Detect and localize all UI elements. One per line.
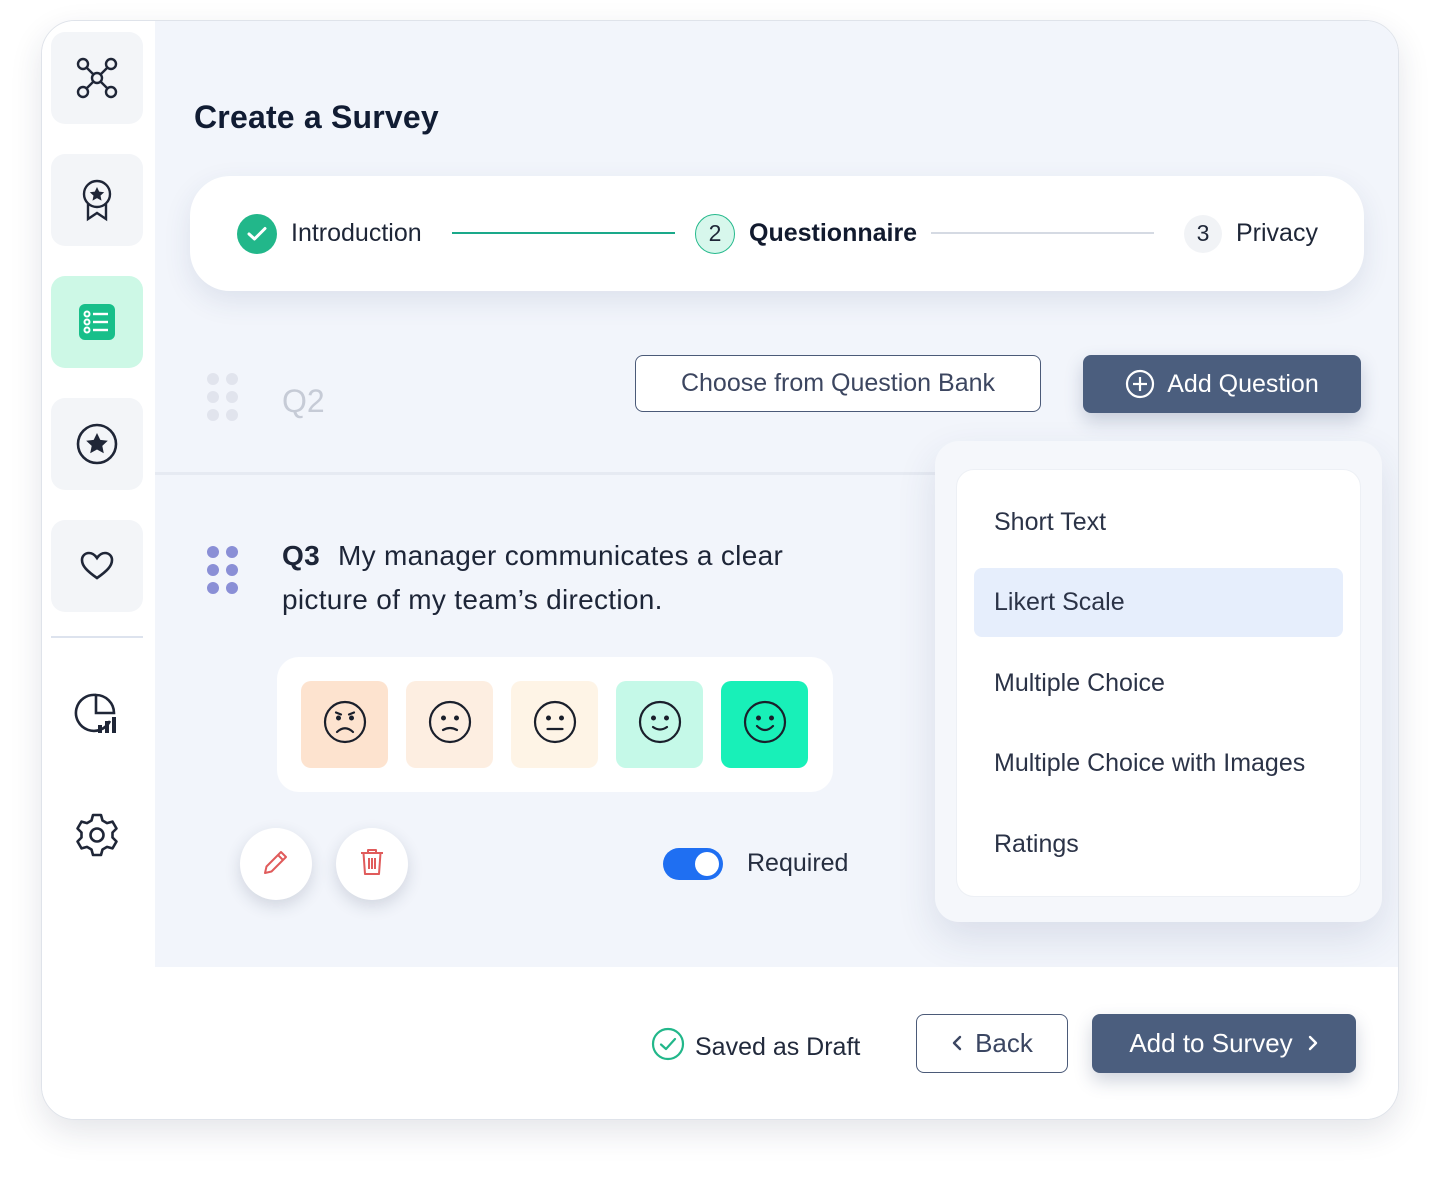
question-text: Q3 My manager communicates a clear pictu… — [282, 534, 802, 622]
required-toggle[interactable] — [663, 848, 723, 880]
drag-handle-icon[interactable] — [207, 373, 238, 421]
pencil-icon — [261, 847, 291, 882]
drag-handle-icon[interactable] — [207, 546, 238, 594]
menu-item-multiple-choice[interactable]: Multiple Choice — [974, 649, 1343, 718]
add-question-button[interactable]: Add Question — [1083, 355, 1361, 413]
likert-option-3[interactable] — [511, 681, 598, 768]
sidebar-item-analytics[interactable] — [51, 668, 143, 760]
menu-item-short-text[interactable]: Short Text — [974, 488, 1343, 557]
step-questionnaire[interactable]: 2 Questionnaire — [695, 176, 917, 291]
sidebar-item-awards[interactable] — [51, 154, 143, 246]
add-question-label: Add Question — [1167, 369, 1319, 398]
back-label: Back — [975, 1028, 1033, 1058]
chevron-right-icon — [1307, 1028, 1319, 1059]
likert-scale — [277, 657, 833, 792]
smile-face-icon — [637, 699, 683, 750]
award-ribbon-icon — [79, 178, 115, 222]
progress-stepper: Introduction 2 Questionnaire 3 Privacy — [190, 176, 1364, 291]
sidebar-item-settings[interactable] — [51, 789, 143, 881]
menu-item-ratings[interactable]: Ratings — [974, 810, 1343, 879]
chevron-left-icon — [951, 1028, 963, 1059]
step-number: 3 — [1184, 214, 1222, 253]
likert-option-5[interactable] — [721, 681, 808, 768]
add-to-survey-button[interactable]: Add to Survey — [1092, 1014, 1356, 1073]
neutral-face-icon — [532, 699, 578, 750]
save-status: Saved as Draft — [651, 1027, 860, 1068]
network-icon — [75, 56, 119, 100]
sidebar — [42, 21, 156, 1119]
toggle-knob — [695, 852, 719, 876]
add-to-survey-label: Add to Survey — [1129, 1028, 1293, 1058]
sidebar-item-surveys[interactable] — [51, 276, 143, 368]
sad-face-icon — [427, 699, 473, 750]
happy-face-icon — [742, 699, 788, 750]
menu-item-likert-scale[interactable]: Likert Scale — [974, 568, 1343, 637]
heart-icon — [80, 551, 114, 581]
star-circle-icon — [75, 422, 119, 466]
step-connector-complete — [452, 232, 675, 234]
step-introduction[interactable]: Introduction — [237, 176, 422, 291]
step-label: Privacy — [1236, 219, 1318, 247]
edit-question-button[interactable] — [240, 828, 312, 900]
sidebar-item-network[interactable] — [51, 32, 143, 124]
menu-item-multiple-choice-images[interactable]: Multiple Choice with Images — [974, 729, 1343, 798]
question-type-menu: Short Text Likert Scale Multiple Choice … — [956, 469, 1361, 897]
check-icon — [237, 213, 277, 254]
question-bank-button[interactable]: Choose from Question Bank — [635, 355, 1041, 412]
footer-bar: Saved as Draft Back Add to Survey — [155, 967, 1398, 1119]
step-connector-pending — [931, 232, 1154, 234]
sidebar-item-likes[interactable] — [51, 520, 143, 612]
page-title: Create a Survey — [194, 99, 439, 135]
step-label: Questionnaire — [749, 219, 918, 247]
back-button[interactable]: Back — [916, 1014, 1068, 1073]
question-number: Q3 — [282, 540, 320, 571]
question-prompt: My manager communicates a clear picture … — [282, 540, 784, 615]
likert-option-4[interactable] — [616, 681, 703, 768]
step-label: Introduction — [291, 219, 422, 247]
required-label: Required — [747, 849, 849, 877]
check-circle-icon — [651, 1027, 685, 1068]
question-number: Q2 — [282, 383, 325, 419]
analytics-chart-icon — [74, 691, 120, 737]
save-status-label: Saved as Draft — [695, 1033, 861, 1061]
step-privacy[interactable]: 3 Privacy — [1184, 176, 1318, 291]
question-type-dropdown: Short Text Likert Scale Multiple Choice … — [935, 441, 1382, 922]
plus-circle-icon — [1125, 369, 1155, 399]
survey-list-icon — [77, 302, 117, 342]
trash-icon — [359, 847, 385, 882]
app-window: Create a Survey Introduction 2 Questionn… — [41, 20, 1399, 1120]
gear-icon — [74, 812, 120, 858]
step-number: 2 — [695, 213, 735, 254]
very-sad-face-icon — [322, 699, 368, 750]
likert-option-1[interactable] — [301, 681, 388, 768]
likert-option-2[interactable] — [406, 681, 493, 768]
question-divider — [155, 472, 935, 475]
sidebar-divider — [51, 636, 143, 638]
sidebar-item-favorites[interactable] — [51, 398, 143, 490]
main-content: Create a Survey Introduction 2 Questionn… — [155, 21, 1398, 967]
delete-question-button[interactable] — [336, 828, 408, 900]
